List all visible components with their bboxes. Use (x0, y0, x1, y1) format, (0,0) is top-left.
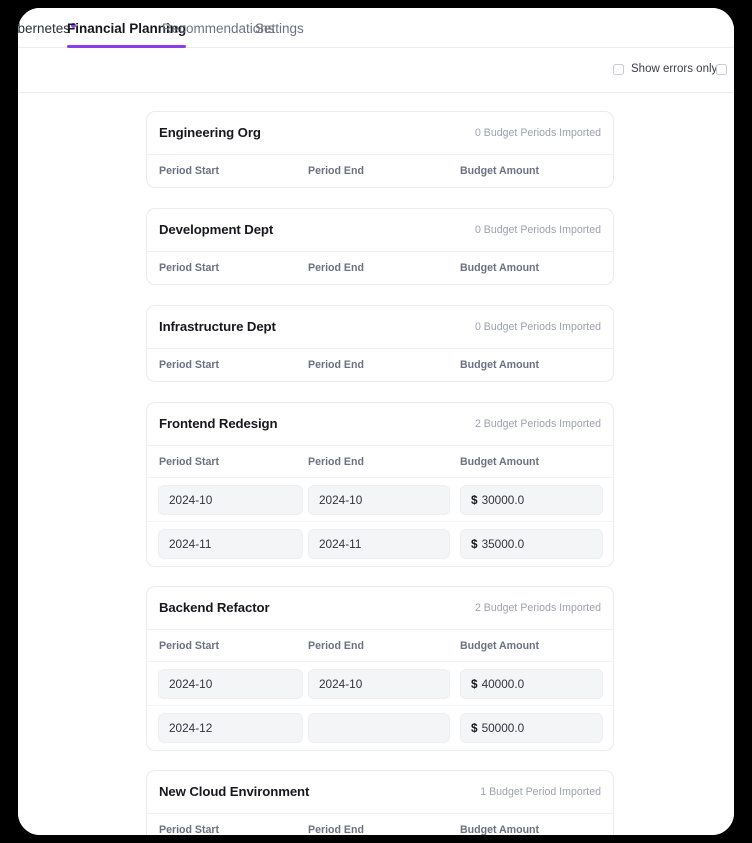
budget-card: Infrastructure Dept 0 Budget Periods Impo… (146, 305, 614, 382)
budget-period-row: 2024-10 2024-10 $40000.0 (147, 662, 613, 706)
card-header: Infrastructure Dept 0 Budget Periods Impo… (147, 306, 613, 349)
column-header-period-end: Period End (308, 359, 364, 371)
column-header-period-start: Period Start (159, 165, 220, 177)
currency-symbol: $ (471, 493, 478, 507)
amount-value: 35000.0 (481, 537, 525, 551)
column-header-period-end: Period End (308, 165, 364, 177)
amount-value: 40000.0 (481, 677, 525, 691)
amount-value: 50000.0 (481, 721, 525, 735)
column-header-row: Period Start Period End Budget Amount (147, 630, 613, 662)
imported-periods-count: 2 Budget Periods Imported (474, 418, 601, 430)
budget-amount-input[interactable]: $30000.0 (460, 485, 603, 515)
column-header-budget-amount: Budget Amount (460, 262, 540, 274)
card-title: Frontend Redesign (159, 416, 278, 431)
card-header: Development Dept 0 Budget Periods Importe… (147, 209, 613, 252)
budget-amount-input[interactable]: $50000.0 (460, 713, 603, 743)
imported-periods-count: 2 Budget Periods Imported (474, 602, 601, 614)
column-header-row: Period Start Period End Budget Amount (147, 155, 613, 187)
column-header-period-end: Period End (308, 640, 364, 652)
column-header-budget-amount: Budget Amount (460, 640, 540, 652)
period-start-input[interactable]: 2024-11 (158, 529, 303, 559)
budget-period-row: 2024-12 $50000.0 (147, 706, 613, 750)
tab-label: ubernetes (18, 21, 71, 36)
column-header-period-start: Period Start (159, 456, 220, 468)
imported-periods-count: 1 Budget Period Imported (480, 786, 601, 798)
budget-amount-input[interactable]: $40000.0 (460, 669, 603, 699)
currency-symbol: $ (471, 677, 478, 691)
window-outer-frame: ubernetesFinancial PlanningRecommendatio… (0, 0, 752, 843)
card-header: New Cloud Environment 1 Budget Period Imp… (147, 771, 613, 814)
budget-cards-list: Engineering Org 0 Budget Periods Imported… (18, 93, 734, 835)
column-header-period-start: Period Start (159, 359, 220, 371)
budget-period-row: 2024-10 2024-10 $30000.0 (147, 478, 613, 522)
checkbox-label: Show errors only (631, 63, 718, 75)
column-header-row: Period Start Period End Budget Amount (147, 349, 613, 381)
column-header-period-start: Period Start (159, 262, 220, 274)
column-header-budget-amount: Budget Amount (460, 824, 540, 835)
column-header-period-end: Period End (308, 262, 364, 274)
column-header-period-start: Period Start (159, 824, 220, 835)
checkbox-show-errors-only[interactable]: Show errors only (613, 63, 717, 75)
column-header-budget-amount: Budget Amount (460, 165, 540, 177)
budget-card: Development Dept 0 Budget Periods Importe… (146, 208, 614, 285)
tab-bar: ubernetesFinancial PlanningRecommendatio… (18, 8, 734, 48)
period-start-input[interactable]: 2024-10 (158, 669, 303, 699)
card-header: Engineering Org 0 Budget Periods Imported (147, 112, 613, 155)
card-title: Infrastructure Dept (159, 319, 276, 334)
tab-label: Settings (255, 21, 304, 36)
budget-card: Frontend Redesign 2 Budget Periods Import… (146, 402, 614, 567)
column-header-row: Period Start Period End Budget Amount (147, 252, 613, 284)
card-title: Backend Refactor (159, 600, 270, 615)
column-header-period-end: Period End (308, 456, 364, 468)
column-header-row: Period Start Period End Budget Amount (147, 446, 613, 478)
filter-toolbar: Show errors onlyO (18, 48, 734, 93)
column-header-period-start: Period Start (159, 640, 220, 652)
tab-settings[interactable]: Settings (255, 21, 304, 36)
period-end-input[interactable]: 2024-10 (308, 485, 450, 515)
period-end-input[interactable]: 2024-10 (308, 669, 450, 699)
card-title: Development Dept (159, 222, 274, 237)
amount-value: 30000.0 (481, 493, 525, 507)
app-viewport: ubernetesFinancial PlanningRecommendatio… (18, 8, 734, 835)
column-header-period-end: Period End (308, 824, 364, 835)
imported-periods-count: 0 Budget Periods Imported (474, 321, 601, 333)
checkbox-o[interactable]: O (716, 63, 734, 75)
period-start-input[interactable]: 2024-12 (158, 713, 303, 743)
imported-periods-count: 0 Budget Periods Imported (474, 224, 601, 236)
app-window: ubernetesFinancial PlanningRecommendatio… (18, 8, 734, 835)
currency-symbol: $ (471, 721, 478, 735)
card-header: Backend Refactor 2 Budget Periods Importe… (147, 587, 613, 630)
currency-symbol: $ (471, 537, 478, 551)
budget-amount-input[interactable]: $35000.0 (460, 529, 603, 559)
budget-card: Backend Refactor 2 Budget Periods Importe… (146, 586, 614, 751)
checkbox-box-icon[interactable] (716, 63, 727, 75)
column-header-budget-amount: Budget Amount (460, 359, 540, 371)
column-header-row: Period Start Period End Budget Amount (147, 814, 613, 835)
period-end-input[interactable]: 2024-11 (308, 529, 450, 559)
period-start-input[interactable]: 2024-10 (158, 485, 303, 515)
budget-card: New Cloud Environment 1 Budget Period Imp… (146, 770, 614, 835)
card-title: Engineering Org (159, 125, 261, 140)
card-header: Frontend Redesign 2 Budget Periods Import… (147, 403, 613, 446)
checkbox-box-icon[interactable] (613, 63, 624, 75)
period-end-input[interactable] (308, 713, 450, 743)
budget-period-row: 2024-11 2024-11 $35000.0 (147, 522, 613, 566)
imported-periods-count: 0 Budget Periods Imported (474, 127, 601, 139)
budget-card: Engineering Org 0 Budget Periods Imported… (146, 111, 614, 188)
card-title: New Cloud Environment (159, 784, 310, 799)
column-header-budget-amount: Budget Amount (460, 456, 540, 468)
